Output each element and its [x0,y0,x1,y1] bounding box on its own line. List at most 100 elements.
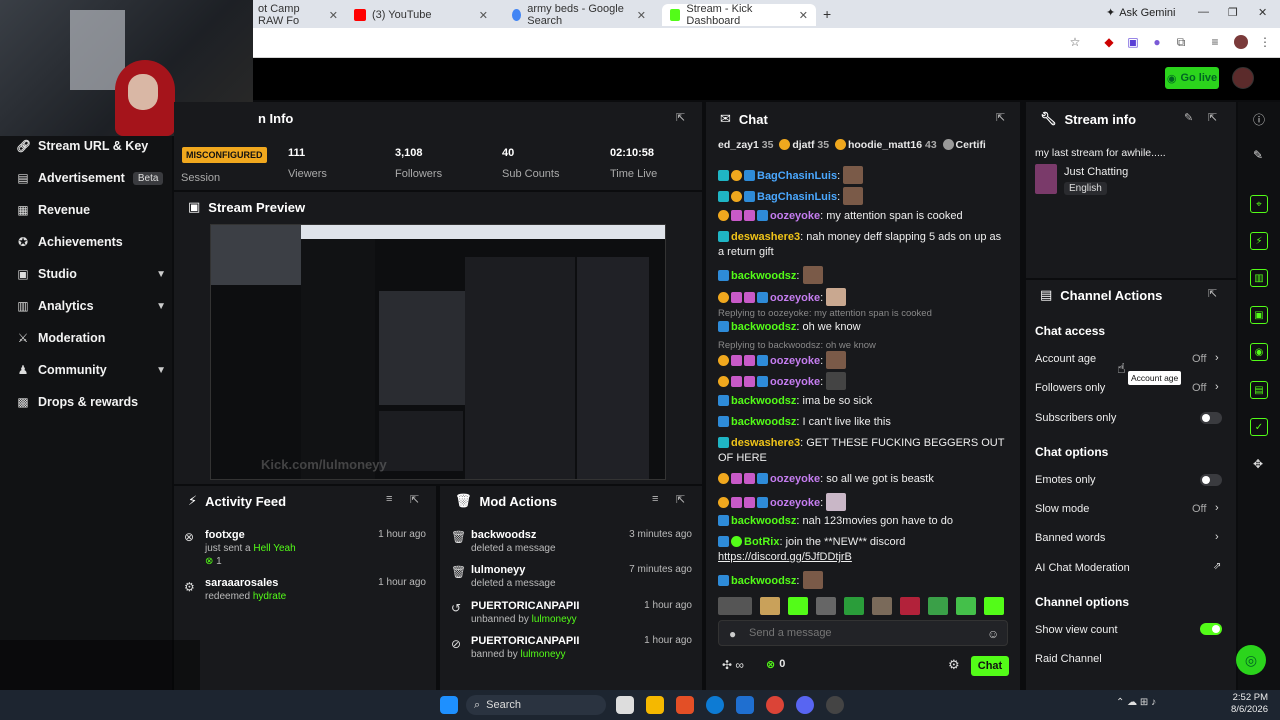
ask-gemini-button[interactable]: ✦ Ask Gemini [1106,6,1175,20]
rail-broadcast-icon[interactable]: ◉ [1250,343,1268,361]
emote[interactable] [984,597,1004,615]
sidebar-item-studio[interactable]: ▣ Studio ▼ [16,264,166,284]
popout-icon[interactable]: ⇱ [1208,287,1217,300]
external-link-icon[interactable]: ⇗ [1213,561,1221,572]
slow-mode-label[interactable]: Slow mode [1035,503,1089,515]
emote[interactable] [928,597,948,615]
chevron-right-icon[interactable]: › [1215,531,1219,543]
chat-input[interactable] [749,625,979,641]
filter-icon[interactable]: ≡ [386,493,392,505]
followers-only-label[interactable]: Followers only [1035,382,1105,394]
rail-trash-icon[interactable]: ▥ [1250,269,1268,287]
emote[interactable] [788,597,808,615]
discord-icon[interactable] [796,696,814,714]
profile-avatar[interactable] [1234,35,1248,49]
activity-user[interactable]: saraaarosales [205,577,278,589]
emoji-icon[interactable]: ☺ [987,627,999,641]
sidebar-item-analytics[interactable]: ▥ Analytics ▼ [16,296,166,316]
sidebar-item-stream-url[interactable]: 🔗︎ Stream URL & Key [16,136,166,156]
popout-icon[interactable]: ⇱ [996,111,1005,124]
edit-pencil-icon[interactable]: ✎ [1253,148,1263,162]
taskbar-search[interactable]: ⌕ Search [466,695,606,715]
close-icon[interactable]: ✕ [329,9,338,22]
show-view-count-toggle[interactable] [1200,623,1222,635]
banned-words-label[interactable]: Banned words [1035,532,1105,544]
chat-send-button[interactable]: Chat [971,656,1009,676]
chevron-right-icon[interactable]: › [1215,352,1219,364]
close-icon[interactable]: ✕ [479,9,488,22]
chat-settings-gear-icon[interactable]: ⚙ [948,657,960,673]
maximize-icon[interactable]: ❐ [1228,6,1238,19]
emote[interactable] [956,597,976,615]
mod-user[interactable]: PUERTORICANPAPII [471,600,579,612]
more-menu-icon[interactable]: ⋮ [1258,35,1272,49]
activity-user[interactable]: footxge [205,529,245,541]
sidebar-item-community[interactable]: ♟ Community ▼ [16,360,166,380]
extension-shield-icon[interactable]: ◆ [1102,35,1116,49]
popout-icon[interactable]: ⇱ [1208,111,1217,124]
system-tray-icons[interactable]: ⌃ ☁ ⊞ ♪ [1116,697,1156,708]
emote[interactable] [718,597,752,615]
rail-drag-icon[interactable]: ✥ [1253,457,1263,471]
chrome-icon[interactable] [766,696,784,714]
chevron-right-icon[interactable]: › [1215,502,1219,514]
emote[interactable] [760,597,780,615]
info-icon[interactable]: ⓘ [1253,111,1265,128]
reading-list-icon[interactable]: ≡ [1208,35,1222,49]
ai-chat-moderation-label[interactable]: AI Chat Moderation [1035,562,1130,574]
support-chat-button[interactable]: ◎ [1236,645,1266,675]
extensions-puzzle-icon[interactable]: ⧉ [1174,35,1188,49]
account-age-label[interactable]: Account age [1035,353,1096,365]
popout-icon[interactable]: ⇱ [676,493,685,506]
popout-icon[interactable]: ⇱ [410,493,419,506]
obs-icon[interactable] [826,696,844,714]
category-name[interactable]: Just Chatting [1064,166,1128,178]
emote[interactable] [872,597,892,615]
extension-icon[interactable]: ▣ [1126,35,1140,49]
rail-tool-icon[interactable]: ⌖ [1250,195,1268,213]
close-icon[interactable]: ✕ [799,9,808,22]
popout-icon[interactable]: ⇱ [676,111,685,124]
mod-user[interactable]: lulmoneyy [471,564,525,576]
go-live-button[interactable]: ◉ Go live [1165,67,1219,89]
filter-icon[interactable]: ≡ [652,493,658,505]
edge-icon[interactable] [706,696,724,714]
emote[interactable] [900,597,920,615]
mod-user[interactable]: backwoodsz [471,529,536,541]
sidebar-item-drops[interactable]: ▩ Drops & rewards [16,392,166,412]
taskbar-app-icon[interactable] [616,696,634,714]
emote[interactable] [816,597,836,615]
minimize-icon[interactable]: — [1198,6,1209,18]
rail-wallet-icon[interactable]: ▤ [1250,381,1268,399]
new-tab-icon[interactable]: + [823,6,831,22]
sidebar-item-revenue[interactable]: ▦ Revenue [16,200,166,220]
emotes-only-toggle[interactable] [1200,474,1222,486]
raid-channel-label[interactable]: Raid Channel [1035,653,1102,665]
close-icon[interactable]: ✕ [637,9,646,22]
edit-pencil-icon[interactable]: ✎ [1184,111,1193,124]
sidebar-item-advertisement[interactable]: ▤ Advertisement Beta [16,168,166,188]
sidebar-item-moderation[interactable]: ⚔ Moderation [16,328,166,348]
browser-tab-1[interactable]: ot Camp RAW Fo ✕ [250,3,346,27]
taskbar-app-icon[interactable] [646,696,664,714]
window-close-icon[interactable]: ✕ [1258,6,1267,19]
rail-lightning-icon[interactable]: ⚡︎ [1250,232,1268,250]
bookmark-star-icon[interactable]: ☆ [1068,35,1082,49]
taskbar-clock[interactable]: 2:52 PM 8/6/2026 [1224,692,1268,716]
browser-tab-4[interactable]: Stream - Kick Dashboard ✕ [662,3,816,27]
chat-input-box[interactable]: ● ☺ [718,620,1008,646]
browser-tab-3[interactable]: army beds - Google Search ✕ [504,3,654,27]
user-avatar[interactable] [1232,67,1254,89]
sidebar-item-achievements[interactable]: ✪ Achievements [16,232,166,252]
emote[interactable] [844,597,864,615]
windows-start-icon[interactable] [440,696,458,714]
subscribers-only-toggle[interactable] [1200,412,1222,424]
taskbar-app-icon[interactable] [676,696,694,714]
channel-points[interactable]: ⊗ 0 [766,658,785,671]
extension-icon-2[interactable]: ● [1150,35,1164,49]
mod-user[interactable]: PUERTORICANPAPII [471,635,579,647]
mod-tools-icon[interactable]: ✣ ∞ [722,658,744,672]
stream-preview-video[interactable]: Kick.com/lulmoneyy [210,224,666,480]
taskbar-app-icon[interactable] [736,696,754,714]
discord-link[interactable]: https://discord.gg/5JfDDtjrB [718,551,852,563]
